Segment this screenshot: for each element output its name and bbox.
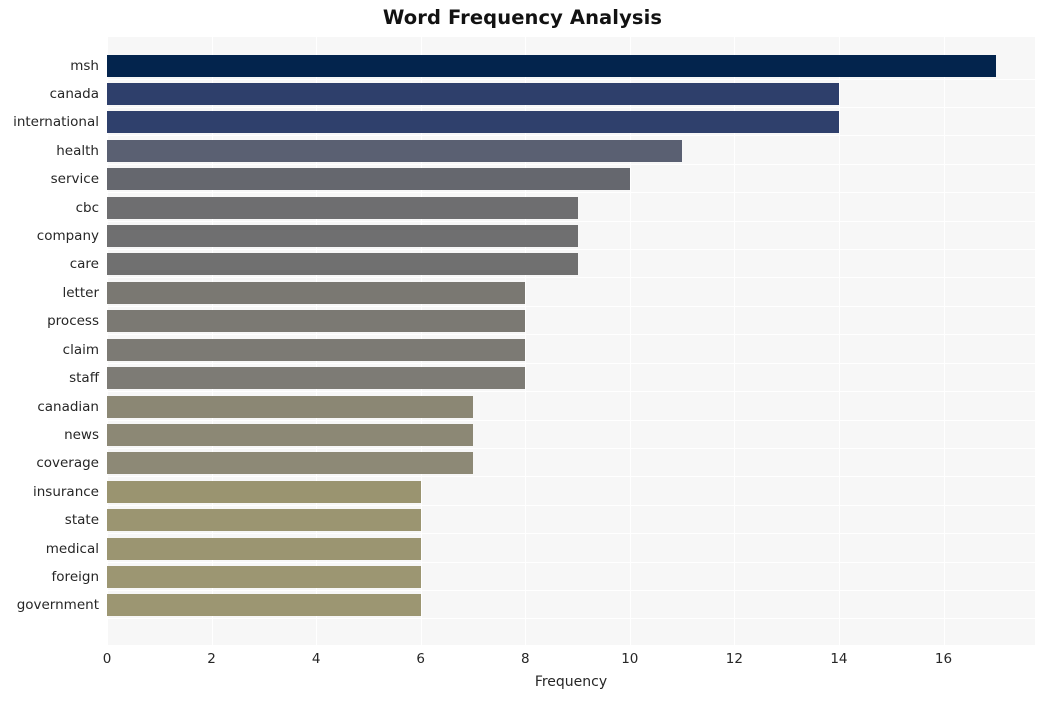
- bar-company[interactable]: [107, 225, 578, 247]
- bar-foreign[interactable]: [107, 566, 421, 588]
- y-tick-label-news: news: [64, 427, 99, 443]
- x-tick-label-8: 8: [520, 651, 530, 667]
- row-separator: [107, 533, 1035, 534]
- y-tick-label-coverage: coverage: [36, 455, 99, 471]
- x-tick-label-2: 2: [207, 651, 216, 667]
- row-separator: [107, 505, 1035, 506]
- bar-medical[interactable]: [107, 538, 421, 560]
- x-tick-label-12: 12: [725, 651, 743, 667]
- y-tick-label-state: state: [64, 512, 99, 528]
- bar-news[interactable]: [107, 424, 473, 446]
- row-separator: [107, 420, 1035, 421]
- row-separator: [107, 618, 1035, 619]
- chart-figure: Word Frequency Analysis msh canada interna…: [0, 0, 1045, 701]
- bar-cbc[interactable]: [107, 197, 578, 219]
- bar-row[interactable]: [107, 225, 1035, 247]
- y-tick-label-care: care: [69, 256, 99, 272]
- bar-row[interactable]: [107, 396, 1035, 418]
- y-tick-label-international: international: [13, 114, 99, 130]
- row-separator: [107, 135, 1035, 136]
- y-tick-label-service: service: [50, 171, 99, 187]
- bar-row[interactable]: [107, 367, 1035, 389]
- y-tick-label-company: company: [36, 228, 99, 244]
- bar-row[interactable]: [107, 83, 1035, 105]
- bar-row[interactable]: [107, 594, 1035, 616]
- bar-government[interactable]: [107, 594, 421, 616]
- x-tick-label-6: 6: [416, 651, 425, 667]
- y-tick-label-staff: staff: [69, 370, 99, 386]
- row-separator: [107, 192, 1035, 193]
- row-separator: [107, 590, 1035, 591]
- bar-health[interactable]: [107, 140, 683, 162]
- y-tick-label-canada: canada: [49, 86, 99, 102]
- row-separator: [107, 562, 1035, 563]
- row-separator: [107, 79, 1035, 80]
- y-axis-labels: msh canada international health service cbc co…: [0, 37, 99, 645]
- bar-row[interactable]: [107, 140, 1035, 162]
- y-tick-label-foreign: foreign: [51, 569, 99, 585]
- bar-coverage[interactable]: [107, 452, 473, 474]
- bar-state[interactable]: [107, 509, 421, 531]
- bar-staff[interactable]: [107, 367, 526, 389]
- row-separator: [107, 306, 1035, 307]
- bar-letter[interactable]: [107, 282, 526, 304]
- bar-row[interactable]: [107, 452, 1035, 474]
- y-tick-label-msh: msh: [70, 58, 99, 74]
- plot-area: [107, 37, 1035, 645]
- bar-row[interactable]: [107, 168, 1035, 190]
- bar-row[interactable]: [107, 509, 1035, 531]
- y-tick-label-government: government: [16, 597, 99, 613]
- y-tick-label-health: health: [56, 143, 99, 159]
- x-tick-label-16: 16: [934, 651, 953, 667]
- y-tick-label-insurance: insurance: [32, 484, 99, 500]
- y-tick-label-cbc: cbc: [75, 200, 99, 216]
- row-separator: [107, 221, 1035, 222]
- bar-row[interactable]: [107, 310, 1035, 332]
- bar-row[interactable]: [107, 481, 1035, 503]
- bar-canadian[interactable]: [107, 396, 473, 418]
- bar-row[interactable]: [107, 253, 1035, 275]
- row-separator: [107, 164, 1035, 165]
- row-separator: [107, 249, 1035, 250]
- y-tick-label-medical: medical: [45, 541, 99, 557]
- bar-care[interactable]: [107, 253, 578, 275]
- y-tick-label-letter: letter: [62, 285, 100, 301]
- bar-row[interactable]: [107, 111, 1035, 133]
- chart-title: Word Frequency Analysis: [382, 6, 663, 29]
- y-tick-label-process: process: [47, 313, 99, 329]
- bar-international[interactable]: [107, 111, 839, 133]
- bars-layer: [107, 37, 1035, 645]
- bar-process[interactable]: [107, 310, 526, 332]
- bar-msh[interactable]: [107, 55, 996, 77]
- x-axis-ticks: 0 2 4 6 8 10 12 14 16: [103, 645, 1035, 671]
- row-separator: [107, 363, 1035, 364]
- bar-row[interactable]: [107, 55, 1035, 77]
- bar-row[interactable]: [107, 424, 1035, 446]
- row-separator: [107, 277, 1035, 278]
- bar-insurance[interactable]: [107, 481, 421, 503]
- y-tick-label-canadian: canadian: [37, 399, 99, 415]
- x-tick-label-0: 0: [102, 651, 112, 667]
- x-tick-label-4: 4: [311, 651, 321, 667]
- row-separator: [107, 107, 1035, 108]
- bar-canada[interactable]: [107, 83, 839, 105]
- y-tick-label-claim: claim: [62, 342, 99, 358]
- x-tick-label-14: 14: [830, 651, 848, 667]
- bar-row[interactable]: [107, 197, 1035, 219]
- bar-claim[interactable]: [107, 339, 526, 361]
- row-separator: [107, 391, 1035, 392]
- row-separator: [107, 334, 1035, 335]
- bar-row[interactable]: [107, 538, 1035, 560]
- bar-row[interactable]: [107, 282, 1035, 304]
- bar-row[interactable]: [107, 566, 1035, 588]
- row-separator: [107, 448, 1035, 449]
- x-axis-label: Frequency: [534, 674, 608, 690]
- bar-service[interactable]: [107, 168, 630, 190]
- x-tick-label-10: 10: [621, 651, 639, 667]
- row-separator: [107, 476, 1035, 477]
- bar-row[interactable]: [107, 339, 1035, 361]
